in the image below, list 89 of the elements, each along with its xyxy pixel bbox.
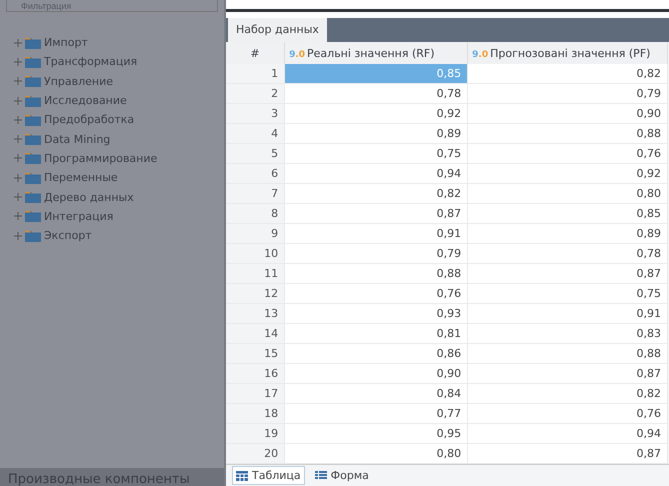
table-cell[interactable]: 0,86	[284, 344, 468, 364]
folder-icon	[25, 75, 41, 88]
row-number: 17	[226, 384, 285, 404]
row-number: 18	[226, 404, 285, 424]
table-cell[interactable]: 0,75	[284, 144, 468, 164]
table-cell[interactable]: 0,91	[284, 224, 468, 244]
expand-icon[interactable]	[14, 174, 22, 182]
table-cell[interactable]: 0,85	[468, 204, 668, 224]
table-cell[interactable]: 0,76	[284, 284, 468, 304]
row-number: 11	[226, 264, 285, 284]
row-number: 7	[226, 184, 285, 204]
folder-icon	[25, 133, 41, 146]
row-number: 19	[226, 424, 285, 444]
folder-icon	[25, 172, 41, 184]
table-icon	[236, 470, 248, 481]
folder-icon	[25, 114, 41, 126]
row-number: 16	[226, 364, 285, 384]
table-cell[interactable]: 0,84	[284, 384, 468, 404]
expand-icon[interactable]	[14, 154, 22, 162]
table-cell[interactable]: 0,78	[284, 84, 468, 104]
expand-icon[interactable]	[14, 232, 22, 240]
table-cell[interactable]: 0,79	[468, 84, 668, 104]
row-number: 12	[226, 284, 285, 304]
expand-icon[interactable]	[14, 116, 22, 124]
expand-icon[interactable]	[14, 193, 22, 202]
table-cell[interactable]: 0,77	[284, 404, 468, 424]
table-cell[interactable]: 0,82	[468, 64, 668, 84]
number-type-icon: 9.0	[472, 50, 488, 60]
table-cell[interactable]: 0,82	[468, 384, 668, 404]
row-number: 20	[226, 444, 285, 464]
table-cell[interactable]: 0,90	[284, 364, 468, 384]
row-number: 5	[226, 144, 285, 164]
table-cell[interactable]: 0,91	[468, 304, 668, 324]
expand-icon[interactable]	[14, 96, 22, 105]
table-cell[interactable]: 0,83	[468, 324, 668, 344]
expand-icon[interactable]	[14, 135, 22, 144]
folder-icon	[25, 191, 41, 204]
table-cell[interactable]: 0,92	[284, 104, 468, 124]
table-cell[interactable]: 0,88	[284, 264, 468, 284]
folder-icon	[25, 94, 41, 107]
table-cell[interactable]: 0,87	[284, 204, 468, 224]
column-header[interactable]: #	[226, 42, 285, 64]
table-cell[interactable]: 0,78	[468, 244, 668, 264]
table-cell[interactable]: 0,92	[468, 164, 668, 184]
table-cell[interactable]: 0,87	[468, 264, 668, 284]
table-cell[interactable]: 0,90	[468, 104, 668, 124]
expand-icon[interactable]	[14, 38, 22, 47]
table-cell[interactable]: 0,76	[468, 404, 668, 424]
row-number: 6	[226, 164, 285, 184]
table-cell[interactable]: 0,89	[284, 124, 468, 144]
table-cell[interactable]: 0,76	[468, 144, 668, 164]
table-cell[interactable]: 0,95	[284, 424, 468, 444]
column-header[interactable]: 9.0 Прогнозовані значення (PF)	[468, 42, 668, 64]
row-number: 8	[226, 204, 285, 224]
row-number: 2	[226, 84, 285, 104]
row-number: 9	[226, 224, 285, 244]
view-tab[interactable]: Форма	[310, 466, 373, 486]
row-number: 10	[226, 244, 285, 264]
expand-icon[interactable]	[14, 77, 22, 86]
table-cell[interactable]: 0,88	[468, 124, 668, 144]
row-number: 3	[226, 104, 285, 124]
folder-icon	[25, 152, 41, 164]
table-cell[interactable]: 0,89	[468, 224, 668, 244]
list-icon	[314, 470, 327, 481]
row-number: 14	[226, 324, 285, 344]
column-header[interactable]: 9.0 Реальні значення (RF)	[284, 42, 468, 64]
table-cell[interactable]: 0,94	[468, 424, 668, 444]
table-cell[interactable]: 0,88	[468, 344, 668, 364]
table-cell[interactable]: 0,80	[468, 184, 668, 204]
view-tab[interactable]: Таблица	[232, 466, 305, 486]
folder-icon	[25, 56, 41, 68]
table-cell[interactable]: 0,75	[468, 284, 668, 304]
table-cell[interactable]: 0,87	[468, 364, 668, 384]
table-cell[interactable]: 0,94	[284, 164, 468, 184]
table-cell[interactable]: 0,81	[284, 324, 468, 344]
table-cell[interactable]: 0,79	[284, 244, 468, 264]
folder-icon	[25, 210, 41, 222]
row-number: 15	[226, 344, 285, 364]
folder-icon	[25, 230, 41, 242]
row-number: 4	[226, 124, 285, 144]
tab[interactable]: Набор данных	[228, 18, 327, 42]
row-number: 13	[226, 304, 285, 324]
row-number: 1	[226, 64, 285, 84]
expand-icon[interactable]	[14, 212, 22, 220]
table-cell[interactable]: 0,82	[284, 184, 468, 204]
folder-icon	[25, 36, 41, 49]
table-cell[interactable]: 0,93	[284, 304, 468, 324]
expand-icon[interactable]	[14, 58, 22, 66]
number-type-icon: 9.0	[289, 50, 306, 60]
